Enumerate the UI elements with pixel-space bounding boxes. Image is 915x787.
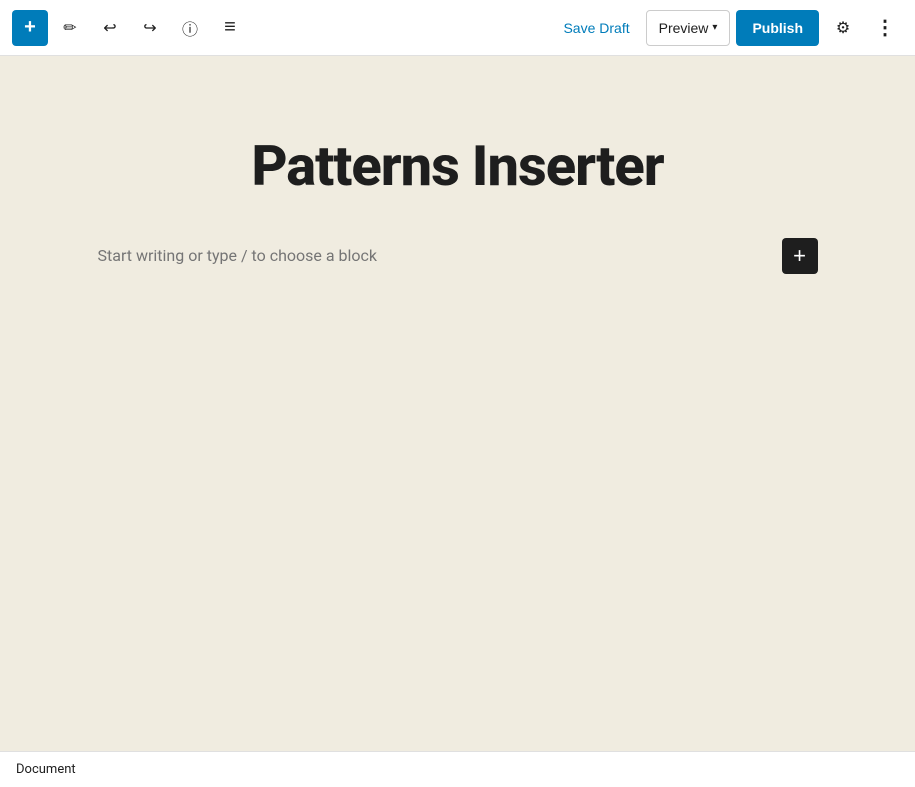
more-options-button[interactable]	[867, 10, 903, 46]
toolbar: + Save Draft Preview ▾ Publish	[0, 0, 915, 56]
toolbar-left: +	[12, 10, 248, 46]
editor-area: Patterns Inserter Start writing or type …	[0, 56, 915, 751]
plus-icon-inline: +	[793, 245, 806, 267]
preview-button[interactable]: Preview ▾	[646, 10, 731, 46]
undo-icon	[103, 17, 116, 38]
more-options-icon	[875, 15, 895, 40]
preview-label: Preview	[659, 20, 709, 36]
bottom-bar-label: Document	[16, 762, 76, 777]
settings-icon	[836, 17, 850, 38]
pencil-icon	[63, 17, 76, 38]
add-block-inline-button[interactable]: +	[782, 238, 818, 274]
bottom-bar: Document	[0, 751, 915, 787]
post-title[interactable]: Patterns Inserter	[98, 136, 818, 198]
redo-icon	[143, 17, 156, 38]
redo-button[interactable]	[132, 10, 168, 46]
undo-button[interactable]	[92, 10, 128, 46]
save-draft-button[interactable]: Save Draft	[553, 14, 639, 42]
add-block-toolbar-button[interactable]: +	[12, 10, 48, 46]
publish-button[interactable]: Publish	[736, 10, 819, 46]
chevron-down-icon: ▾	[712, 22, 717, 33]
settings-button[interactable]	[825, 10, 861, 46]
info-icon	[182, 16, 198, 40]
block-placeholder-text[interactable]: Start writing or type / to choose a bloc…	[98, 246, 782, 265]
pencil-button[interactable]	[52, 10, 88, 46]
list-view-icon	[224, 16, 236, 39]
toolbar-right: Save Draft Preview ▾ Publish	[553, 10, 903, 46]
block-placeholder-row: Start writing or type / to choose a bloc…	[98, 238, 818, 274]
list-view-button[interactable]	[212, 10, 248, 46]
plus-icon: +	[24, 16, 36, 39]
info-button[interactable]	[172, 10, 208, 46]
